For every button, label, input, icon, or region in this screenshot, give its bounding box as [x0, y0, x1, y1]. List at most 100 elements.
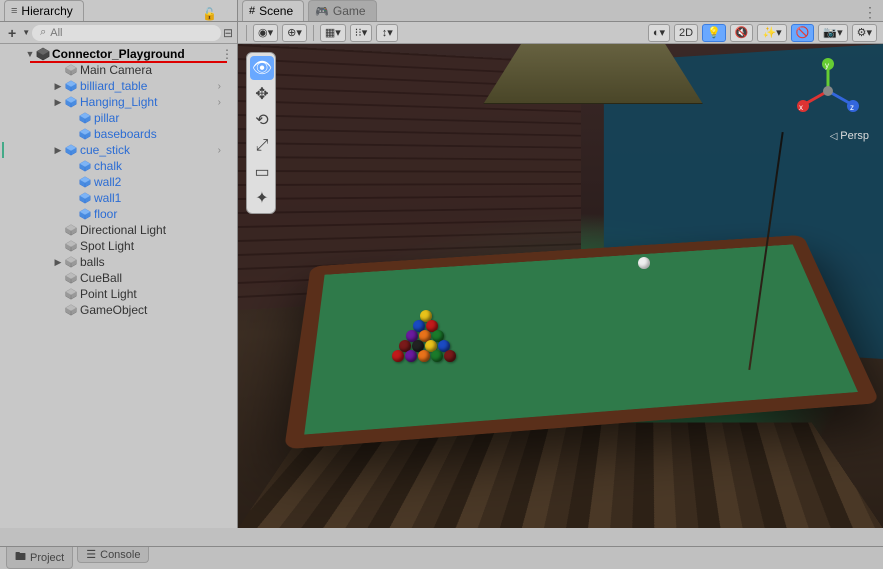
- orientation-gizmo[interactable]: x y z: [793, 56, 863, 126]
- foldout-icon[interactable]: ▶: [52, 257, 64, 268]
- gameobject-cube-icon: [64, 63, 78, 77]
- camera-button[interactable]: 📷▾: [818, 24, 847, 42]
- ball-rack-render: [380, 310, 450, 370]
- rotate-tool[interactable]: ⟲: [250, 108, 274, 132]
- hierarchy-toolbar: + ▼ ⌕ All ⊟: [0, 22, 237, 44]
- scene-row[interactable]: ▼ Connector_Playground ⋮: [0, 46, 237, 62]
- pool-ball: [431, 350, 443, 362]
- prefab-open-icon[interactable]: ›: [218, 81, 221, 92]
- console-icon: ☰: [86, 548, 96, 561]
- scene-viewport[interactable]: 👁 ✥ ⟲ ⤢ ▭ ✦ x y z Persp: [238, 44, 883, 528]
- gizmos-button[interactable]: ⚙▾: [852, 24, 877, 42]
- item-label: CueBall: [80, 271, 122, 285]
- hierarchy-item[interactable]: GameObject: [0, 302, 237, 318]
- add-button[interactable]: +: [4, 25, 20, 41]
- fx-toggle[interactable]: ✨▾: [757, 24, 786, 42]
- hierarchy-item[interactable]: wall1: [0, 190, 237, 206]
- item-label: Directional Light: [80, 223, 166, 237]
- console-tab-label: Console: [100, 549, 140, 561]
- panel-menu-icon[interactable]: ⋮: [863, 4, 877, 21]
- unity-scene-icon: [36, 47, 50, 61]
- prefab-cube-icon: [64, 95, 78, 109]
- item-label: wall2: [94, 175, 121, 189]
- prefab-cube-icon: [64, 143, 78, 157]
- hierarchy-item[interactable]: ▶ balls: [0, 254, 237, 270]
- hierarchy-panel: ≡ Hierarchy 🔓 ⋮ + ▼ ⌕ All ⊟ ▼ Connector_…: [0, 0, 238, 528]
- lock-icon[interactable]: 🔓: [202, 7, 217, 21]
- hierarchy-item[interactable]: pillar: [0, 110, 237, 126]
- hierarchy-item[interactable]: ▶ billiard_table ›: [0, 78, 237, 94]
- modified-indicator: [2, 142, 4, 158]
- svg-text:z: z: [850, 103, 854, 112]
- search-input[interactable]: ⌕ All: [32, 25, 221, 41]
- draw-mode-button[interactable]: ⊕▾: [282, 24, 307, 42]
- grid-button[interactable]: ▦▾: [320, 24, 346, 42]
- move-tool[interactable]: ✥: [250, 82, 274, 106]
- project-tab[interactable]: 🖿 Project: [6, 547, 73, 569]
- hierarchy-item[interactable]: chalk: [0, 158, 237, 174]
- pool-ball: [392, 350, 404, 362]
- gameobject-cube-icon: [64, 239, 78, 253]
- hierarchy-item[interactable]: Directional Light: [0, 222, 237, 238]
- prefab-open-icon[interactable]: ›: [218, 145, 221, 156]
- gameobject-cube-icon: [64, 287, 78, 301]
- hierarchy-item[interactable]: CueBall: [0, 270, 237, 286]
- item-label: balls: [80, 255, 105, 269]
- hierarchy-tab-label: Hierarchy: [21, 4, 72, 18]
- foldout-icon[interactable]: ▶: [52, 97, 64, 108]
- hierarchy-item[interactable]: Spot Light: [0, 238, 237, 254]
- lamp-render: [483, 44, 703, 124]
- pool-ball: [405, 350, 417, 362]
- audio-toggle[interactable]: 🔇: [730, 24, 754, 42]
- console-tab[interactable]: ☰ Console: [77, 547, 149, 563]
- foldout-icon[interactable]: ▶: [52, 145, 64, 156]
- prefab-cube-icon: [78, 111, 92, 125]
- rect-tool[interactable]: ▭: [250, 160, 274, 184]
- snap-increment-button[interactable]: ↕▾: [376, 24, 398, 42]
- scene-tab-bar: # Scene 🎮 Game ⋮: [238, 0, 883, 22]
- camera-mode-label[interactable]: Persp: [830, 130, 869, 142]
- game-tab-label: Game: [333, 4, 366, 18]
- prefab-cube-icon: [64, 79, 78, 93]
- shading-mode-button[interactable]: ◉▾: [253, 24, 278, 42]
- add-dropdown-caret[interactable]: ▼: [22, 28, 30, 37]
- foldout-icon[interactable]: ▼: [24, 49, 36, 59]
- item-label: floor: [94, 207, 117, 221]
- hierarchy-item[interactable]: floor: [0, 206, 237, 222]
- row-menu-icon[interactable]: ⋮: [221, 47, 233, 61]
- view-tool[interactable]: 👁: [250, 56, 274, 80]
- snap-button[interactable]: ⁝⁝▾: [350, 24, 373, 42]
- camera-settings-button[interactable]: ◐▾: [648, 24, 670, 42]
- hidden-toggle[interactable]: 🚫: [791, 24, 815, 42]
- gameobject-cube-icon: [64, 223, 78, 237]
- prefab-open-icon[interactable]: ›: [218, 97, 221, 108]
- foldout-icon[interactable]: ▶: [52, 81, 64, 92]
- hierarchy-item[interactable]: ▶Hanging_Light›: [0, 94, 237, 110]
- collapse-icon[interactable]: ⊟: [223, 26, 233, 40]
- item-label: wall1: [94, 191, 121, 205]
- item-label: Main Camera: [80, 63, 152, 77]
- hierarchy-tree: ▼ Connector_Playground ⋮ Main Camera ▶ bil…: [0, 44, 237, 528]
- hierarchy-tab[interactable]: ≡ Hierarchy: [4, 0, 84, 21]
- hierarchy-item[interactable]: Point Light: [0, 286, 237, 302]
- hierarchy-item[interactable]: ▶ cue_stick ›: [0, 142, 237, 158]
- lighting-toggle[interactable]: 💡: [702, 24, 726, 42]
- scale-tool[interactable]: ⤢: [250, 134, 274, 158]
- hierarchy-tab-bar: ≡ Hierarchy 🔓 ⋮: [0, 0, 237, 22]
- prefab-cube-icon: [78, 127, 92, 141]
- prefab-cube-icon: [78, 191, 92, 205]
- hierarchy-item[interactable]: baseboards: [0, 126, 237, 142]
- cue-ball-render: [638, 257, 650, 269]
- 2d-toggle[interactable]: 2D: [674, 24, 698, 42]
- scene-panel: # Scene 🎮 Game ⋮ ◉▾ ⊕▾ ▦▾ ⁝⁝▾ ↕▾ ◐▾ 2D 💡…: [238, 0, 883, 528]
- scene-tab[interactable]: # Scene: [242, 0, 304, 21]
- hierarchy-item[interactable]: Main Camera: [0, 62, 237, 78]
- item-label: Point Light: [80, 287, 137, 301]
- item-label: Spot Light: [80, 239, 134, 253]
- item-label: billiard_table: [80, 79, 147, 93]
- transform-tool[interactable]: ✦: [250, 186, 274, 210]
- hierarchy-item[interactable]: wall2: [0, 174, 237, 190]
- gameobject-cube-icon: [64, 303, 78, 317]
- item-label: cue_stick: [80, 143, 130, 157]
- game-tab[interactable]: 🎮 Game: [308, 0, 376, 21]
